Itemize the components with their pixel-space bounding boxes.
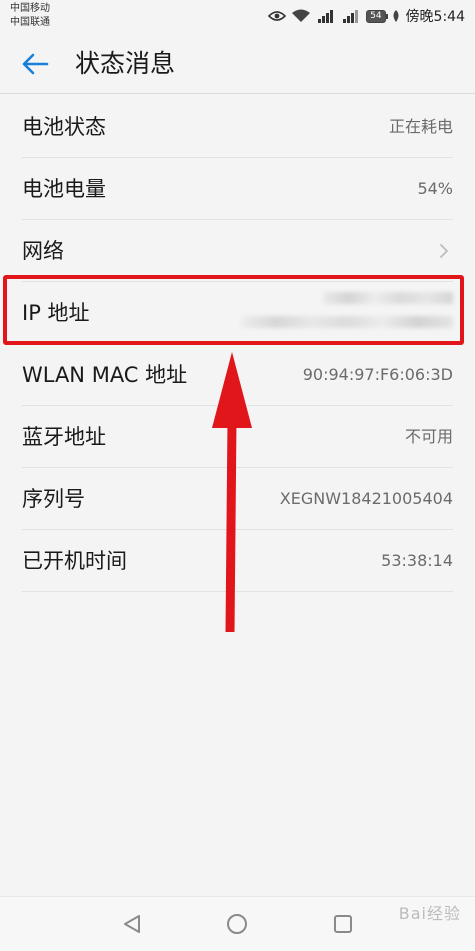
row-label: 序列号 (22, 487, 85, 511)
carrier-1: 中国移动 (10, 3, 50, 14)
row-label: WLAN MAC 地址 (22, 363, 188, 387)
highlight-box (3, 275, 464, 345)
arrow-left-icon (22, 53, 49, 75)
status-bar: 中国移动 中国联通 54 傍晚5:44 (0, 0, 475, 34)
nav-home-button[interactable] (222, 909, 252, 939)
row-label: 电池电量 (22, 177, 106, 201)
divider (0, 93, 475, 94)
row-label: 蓝牙地址 (22, 425, 106, 449)
chevron-right-icon (440, 244, 448, 258)
nav-recents-button[interactable] (328, 909, 358, 939)
row-bluetooth-address: 蓝牙地址 不可用 (0, 406, 475, 468)
row-battery-status: 电池状态 正在耗电 (0, 96, 475, 158)
divider (22, 591, 453, 592)
triangle-back-icon (124, 915, 140, 933)
signal-icon-2 (341, 9, 361, 23)
wifi-icon (291, 9, 311, 23)
circle-home-icon (227, 914, 247, 934)
battery-icon: 54 (366, 9, 389, 23)
row-label: 电池状态 (22, 115, 106, 139)
row-value: 正在耗电 (388, 117, 453, 136)
row-uptime: 已开机时间 53:38:14 (0, 530, 475, 592)
back-button[interactable] (18, 48, 52, 80)
row-value: 53:38:14 (381, 551, 453, 570)
row-battery-level: 电池电量 54% (0, 158, 475, 220)
row-label: 已开机时间 (22, 549, 127, 573)
clock: 傍晚5:44 (405, 9, 465, 25)
page-title: 状态消息 (75, 49, 176, 78)
row-label: 网络 (22, 239, 64, 263)
row-wlan-mac: WLAN MAC 地址 90:94:97:F6:06:3D (0, 344, 475, 406)
row-value: XEGNW18421005404 (279, 489, 453, 508)
square-recents-icon (334, 915, 352, 933)
row-value: 90:94:97:F6:06:3D (302, 365, 453, 384)
signal-icon-1 (316, 9, 336, 23)
carrier-2: 中国联通 (10, 17, 50, 28)
title-bar: 状态消息 (0, 34, 475, 94)
row-serial-number: 序列号 XEGNW18421005404 (0, 468, 475, 530)
row-value: 不可用 (404, 427, 453, 446)
row-value: 54% (417, 179, 453, 198)
leaf-icon (391, 9, 401, 23)
watermark: Bai经验 (398, 904, 461, 923)
row-network[interactable]: 网络 (0, 220, 475, 282)
eye-icon (268, 10, 287, 22)
nav-back-button[interactable] (117, 909, 147, 939)
